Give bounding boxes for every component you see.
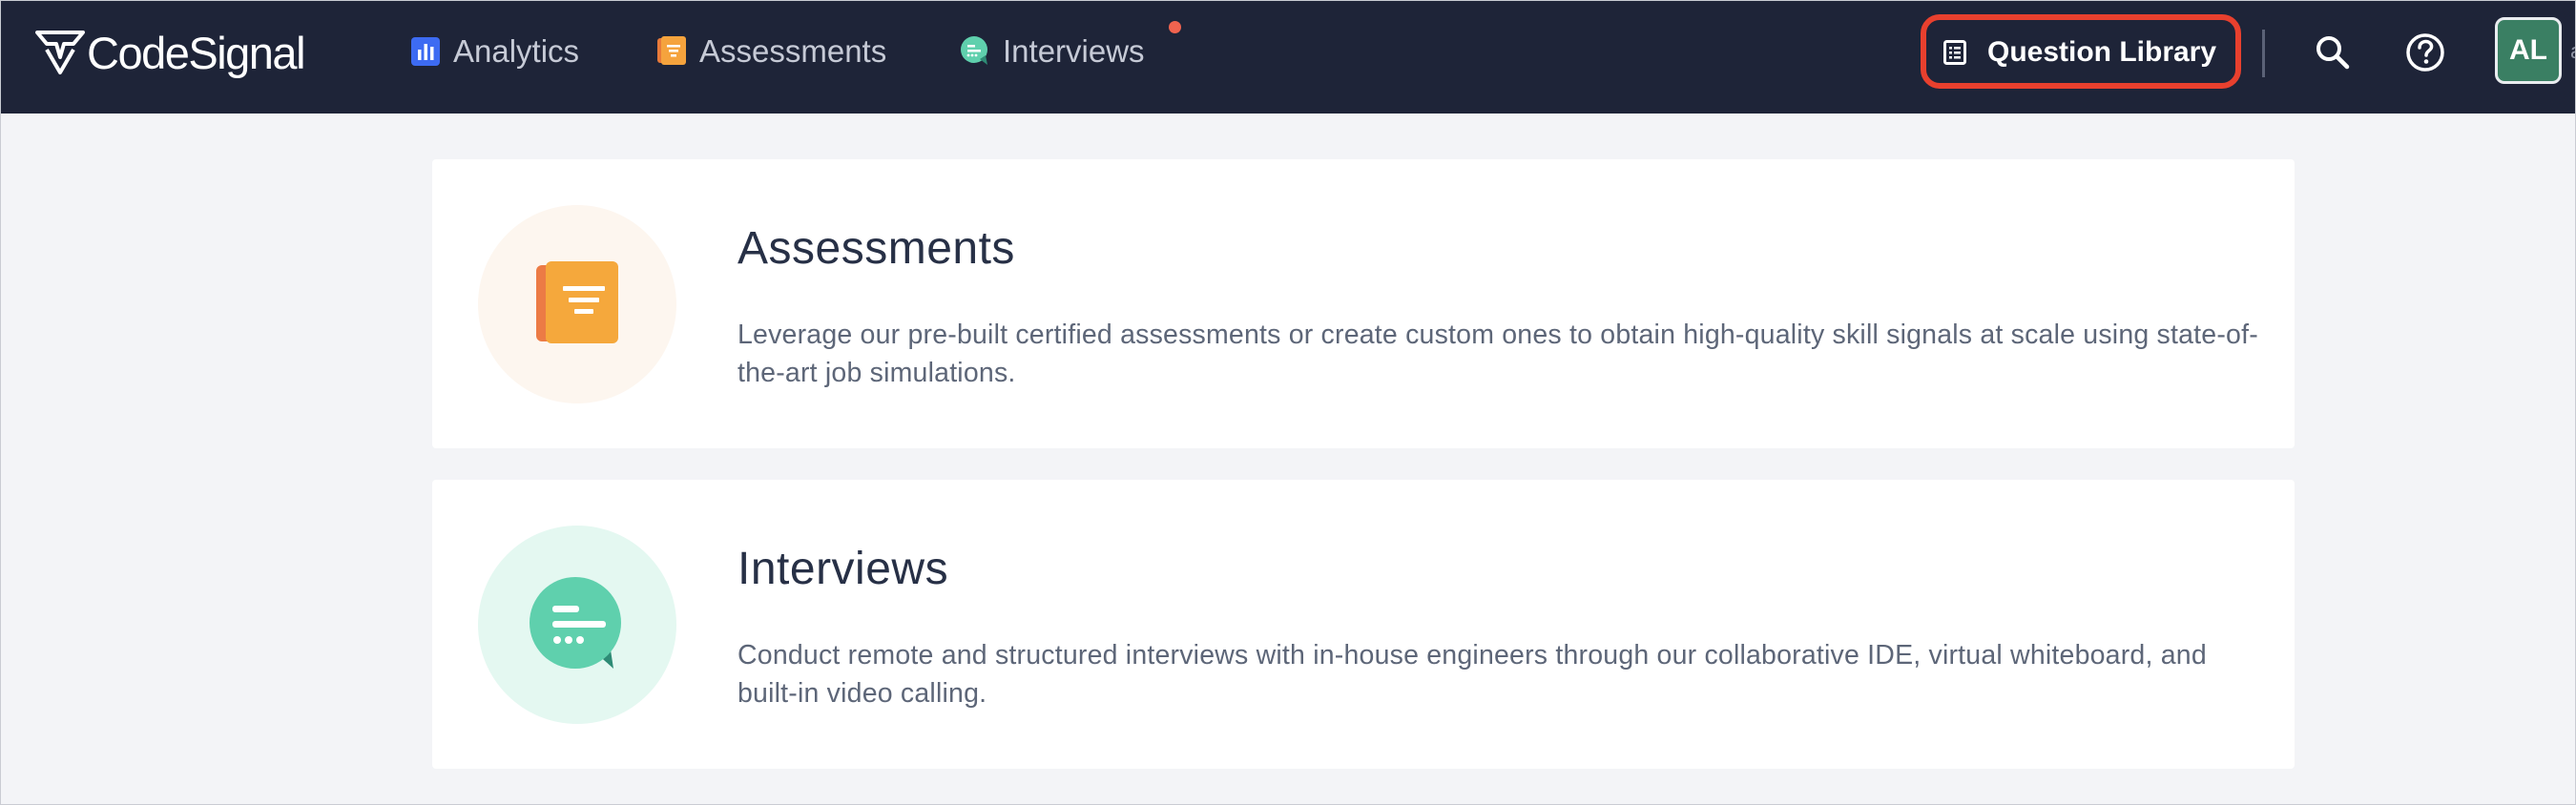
nav-interviews-label: Interviews [1003, 33, 1145, 69]
brand-name: CodeSignal [87, 27, 306, 78]
assessments-icon [657, 36, 686, 65]
search-icon [2316, 36, 2350, 70]
assessments-card-icon-circle [478, 205, 676, 403]
interviews-icon [961, 36, 987, 65]
interviews-card-description: Conduct remote and structured interviews… [737, 640, 2207, 709]
app-window: CodeSignal Analytics Assessments Intervi… [0, 0, 2576, 805]
nav-interviews[interactable]: Interviews [961, 30, 1145, 73]
nav-analytics-label: Analytics [453, 33, 580, 69]
truncated-username: a [2570, 39, 2575, 64]
help-icon [2406, 33, 2444, 72]
nav-assessments[interactable]: Assessments [657, 30, 886, 73]
interview-chat-icon [530, 577, 621, 669]
assessment-document-icon [536, 261, 618, 343]
search-button[interactable] [2306, 26, 2359, 79]
codesignal-logo-icon [35, 31, 85, 74]
interviews-card-title: Interviews [737, 544, 949, 594]
question-library-icon [1943, 40, 1966, 65]
assessments-card-description: Leverage our pre-built certified assessm… [737, 320, 2258, 388]
interviews-notification-dot [1169, 21, 1181, 33]
question-library-button[interactable]: Question Library [1943, 28, 2216, 77]
assessments-card[interactable]: Assessments Leverage our pre-built certi… [432, 159, 2295, 448]
nav-assessments-label: Assessments [699, 33, 887, 69]
user-avatar[interactable]: AL [2495, 17, 2562, 84]
top-navigation-bar: CodeSignal Analytics Assessments Intervi… [1, 1, 2575, 114]
nav-analytics[interactable]: Analytics [411, 30, 579, 73]
interviews-card[interactable]: Interviews Conduct remote and structured… [432, 480, 2295, 769]
question-library-label: Question Library [1987, 36, 2217, 68]
codesignal-logo[interactable]: CodeSignal [35, 24, 306, 81]
interviews-card-icon-circle [478, 526, 676, 724]
header-divider [2262, 30, 2265, 77]
assessments-card-title: Assessments [737, 223, 1015, 274]
help-button[interactable] [2399, 26, 2452, 79]
analytics-icon [411, 37, 440, 66]
